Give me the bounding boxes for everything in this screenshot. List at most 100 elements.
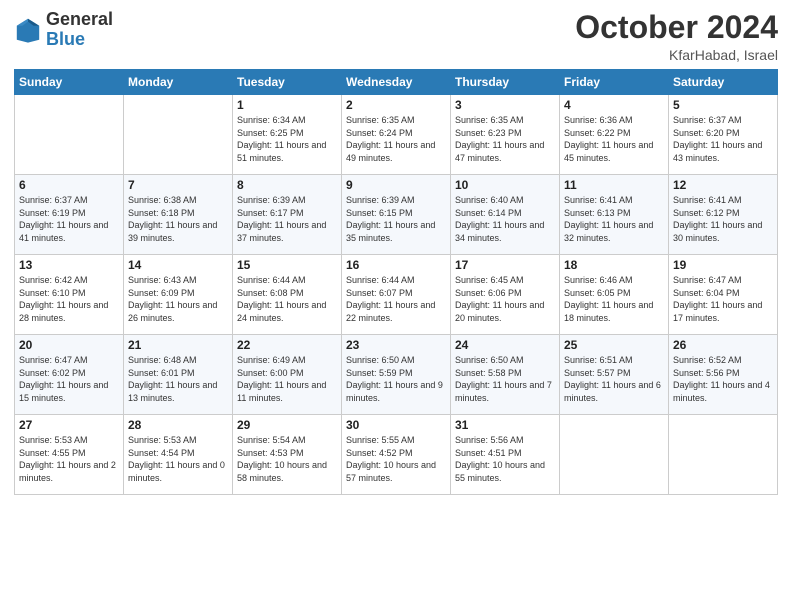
day-cell [124,95,233,175]
day-info: Sunrise: 5:53 AMSunset: 4:55 PMDaylight:… [19,434,119,484]
day-cell: 22Sunrise: 6:49 AMSunset: 6:00 PMDayligh… [233,335,342,415]
day-number: 20 [19,338,119,352]
day-cell: 16 Sunrise: 6:44 AMSunset: 6:07 PMDayligh… [342,255,451,335]
day-number: 23 [346,338,446,352]
day-number: 6 [19,178,119,192]
day-info: Sunrise: 6:45 AMSunset: 6:06 PMDaylight:… [455,274,555,324]
day-number: 16 [346,258,446,272]
day-info: Sunrise: 5:53 AMSunset: 4:54 PMDaylight:… [128,434,228,484]
day-cell: 2 Sunrise: 6:35 AMSunset: 6:24 PMDaylight… [342,95,451,175]
day-number: 25 [564,338,664,352]
day-info: Sunrise: 6:50 AMSunset: 5:58 PMDaylight:… [455,354,555,404]
day-info: Sunrise: 6:47 AMSunset: 6:04 PMDaylight:… [673,274,773,324]
day-info: Sunrise: 6:41 AMSunset: 6:12 PMDaylight:… [673,194,773,244]
day-cell: 24 Sunrise: 6:50 AMSunset: 5:58 PMDayligh… [451,335,560,415]
day-cell: 19 Sunrise: 6:47 AMSunset: 6:04 PMDayligh… [669,255,778,335]
weekday-header-sunday: Sunday [15,70,124,95]
day-info: Sunrise: 5:55 AMSunset: 4:52 PMDaylight:… [346,434,446,484]
day-info: Sunrise: 6:35 AMSunset: 6:24 PMDaylight:… [346,114,446,164]
day-info: Sunrise: 5:54 AMSunset: 4:53 PMDaylight:… [237,434,337,484]
weekday-header-thursday: Thursday [451,70,560,95]
day-number: 15 [237,258,337,272]
day-info: Sunrise: 6:34 AMSunset: 6:25 PMDaylight:… [237,114,337,164]
weekday-header-monday: Monday [124,70,233,95]
day-cell: 4 Sunrise: 6:36 AMSunset: 6:22 PMDaylight… [560,95,669,175]
day-number: 12 [673,178,773,192]
day-number: 7 [128,178,228,192]
day-number: 8 [237,178,337,192]
day-cell: 21 Sunrise: 6:48 AMSunset: 6:01 PMDayligh… [124,335,233,415]
day-cell: 27Sunrise: 5:53 AMSunset: 4:55 PMDayligh… [15,415,124,495]
day-info: Sunrise: 6:38 AMSunset: 6:18 PMDaylight:… [128,194,228,244]
day-number: 24 [455,338,555,352]
day-info: Sunrise: 6:41 AMSunset: 6:13 PMDaylight:… [564,194,664,244]
day-number: 5 [673,98,773,112]
day-cell: 14 Sunrise: 6:43 AMSunset: 6:09 PMDayligh… [124,255,233,335]
day-info: Sunrise: 6:42 AMSunset: 6:10 PMDaylight:… [19,274,119,324]
day-number: 1 [237,98,337,112]
day-number: 4 [564,98,664,112]
day-cell: 23 Sunrise: 6:50 AMSunset: 5:59 PMDayligh… [342,335,451,415]
day-number: 22 [237,338,337,352]
day-info: Sunrise: 6:48 AMSunset: 6:01 PMDaylight:… [128,354,228,404]
day-cell: 8 Sunrise: 6:39 AMSunset: 6:17 PMDaylight… [233,175,342,255]
day-cell: 31Sunrise: 5:56 AMSunset: 4:51 PMDayligh… [451,415,560,495]
page: General Blue October 2024 KfarHabad, Isr… [0,0,792,612]
logo-blue-text: Blue [46,29,85,49]
week-row-5: 27Sunrise: 5:53 AMSunset: 4:55 PMDayligh… [15,415,778,495]
day-info: Sunrise: 6:39 AMSunset: 6:15 PMDaylight:… [346,194,446,244]
day-cell: 10Sunrise: 6:40 AMSunset: 6:14 PMDayligh… [451,175,560,255]
day-info: Sunrise: 6:44 AMSunset: 6:07 PMDaylight:… [346,274,446,324]
day-info: Sunrise: 6:37 AMSunset: 6:20 PMDaylight:… [673,114,773,164]
day-cell: 11 Sunrise: 6:41 AMSunset: 6:13 PMDayligh… [560,175,669,255]
weekday-header-friday: Friday [560,70,669,95]
day-cell: 12 Sunrise: 6:41 AMSunset: 6:12 PMDayligh… [669,175,778,255]
day-number: 29 [237,418,337,432]
day-number: 18 [564,258,664,272]
day-cell: 18 Sunrise: 6:46 AMSunset: 6:05 PMDayligh… [560,255,669,335]
day-number: 3 [455,98,555,112]
weekday-header-wednesday: Wednesday [342,70,451,95]
day-info: Sunrise: 6:37 AMSunset: 6:19 PMDaylight:… [19,194,119,244]
day-info: Sunrise: 6:40 AMSunset: 6:14 PMDaylight:… [455,194,555,244]
calendar-table: SundayMondayTuesdayWednesdayThursdayFrid… [14,69,778,495]
weekday-header-saturday: Saturday [669,70,778,95]
day-cell: 25Sunrise: 6:51 AMSunset: 5:57 PMDayligh… [560,335,669,415]
day-info: Sunrise: 6:52 AMSunset: 5:56 PMDaylight:… [673,354,773,404]
day-info: Sunrise: 6:36 AMSunset: 6:22 PMDaylight:… [564,114,664,164]
logo-general-text: General [46,9,113,29]
day-cell: 6 Sunrise: 6:37 AMSunset: 6:19 PMDaylight… [15,175,124,255]
day-cell: 5 Sunrise: 6:37 AMSunset: 6:20 PMDaylight… [669,95,778,175]
day-info: Sunrise: 6:43 AMSunset: 6:09 PMDaylight:… [128,274,228,324]
logo-icon [14,16,42,44]
day-cell: 7 Sunrise: 6:38 AMSunset: 6:18 PMDaylight… [124,175,233,255]
day-cell [669,415,778,495]
weekday-header-tuesday: Tuesday [233,70,342,95]
day-cell: 1 Sunrise: 6:34 AMSunset: 6:25 PMDaylight… [233,95,342,175]
logo-text: General Blue [46,10,113,50]
weekday-header-row: SundayMondayTuesdayWednesdayThursdayFrid… [15,70,778,95]
day-number: 13 [19,258,119,272]
day-info: Sunrise: 6:47 AMSunset: 6:02 PMDaylight:… [19,354,119,404]
day-number: 2 [346,98,446,112]
calendar-subtitle: KfarHabad, Israel [575,47,778,63]
day-info: Sunrise: 6:39 AMSunset: 6:17 PMDaylight:… [237,194,337,244]
logo: General Blue [14,10,113,50]
day-cell: 29 Sunrise: 5:54 AMSunset: 4:53 PMDayligh… [233,415,342,495]
day-number: 30 [346,418,446,432]
day-number: 9 [346,178,446,192]
day-cell: 28Sunrise: 5:53 AMSunset: 4:54 PMDayligh… [124,415,233,495]
day-cell: 26Sunrise: 6:52 AMSunset: 5:56 PMDayligh… [669,335,778,415]
week-row-1: 1 Sunrise: 6:34 AMSunset: 6:25 PMDaylight… [15,95,778,175]
header: General Blue October 2024 KfarHabad, Isr… [14,10,778,63]
day-info: Sunrise: 6:50 AMSunset: 5:59 PMDaylight:… [346,354,446,404]
day-info: Sunrise: 6:44 AMSunset: 6:08 PMDaylight:… [237,274,337,324]
day-cell: 15 Sunrise: 6:44 AMSunset: 6:08 PMDayligh… [233,255,342,335]
day-number: 11 [564,178,664,192]
week-row-2: 6 Sunrise: 6:37 AMSunset: 6:19 PMDaylight… [15,175,778,255]
day-number: 19 [673,258,773,272]
day-number: 14 [128,258,228,272]
day-number: 21 [128,338,228,352]
day-cell: 13 Sunrise: 6:42 AMSunset: 6:10 PMDayligh… [15,255,124,335]
day-info: Sunrise: 6:46 AMSunset: 6:05 PMDaylight:… [564,274,664,324]
